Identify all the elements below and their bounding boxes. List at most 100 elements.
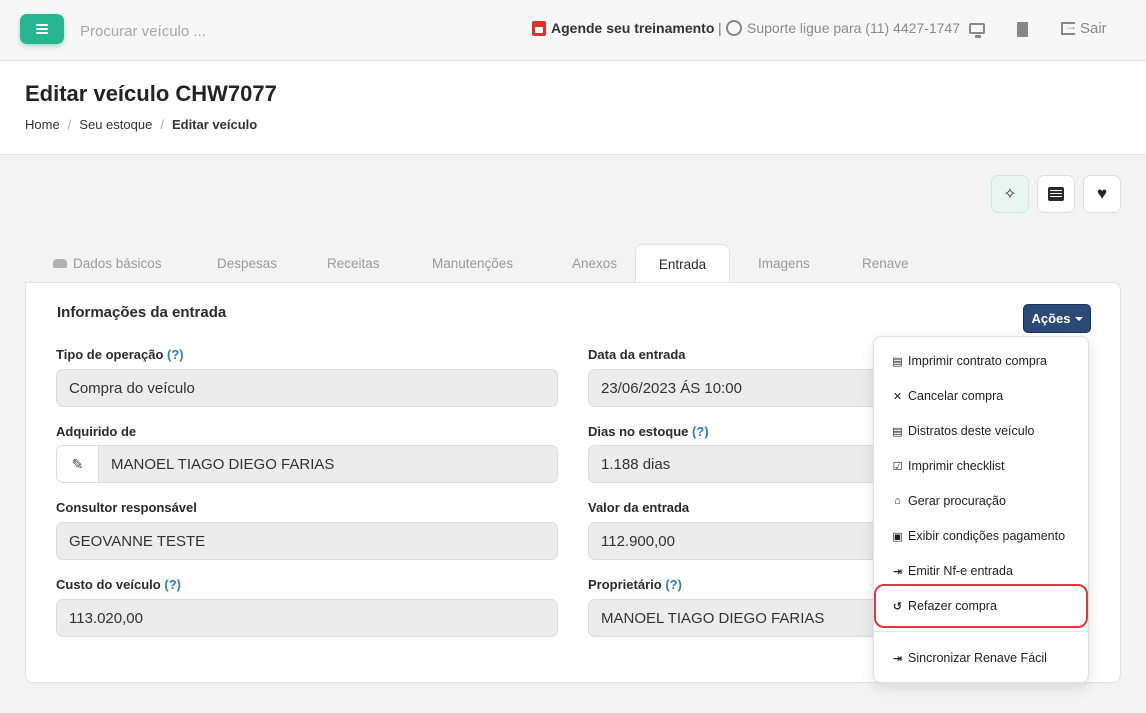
consultor-field[interactable]: GEOVANNE TESTE bbox=[56, 522, 558, 560]
tab-imagens[interactable]: Imagens bbox=[730, 244, 834, 283]
breadcrumb-separator: / bbox=[67, 117, 72, 132]
sign-in-icon: ⇥ bbox=[892, 565, 903, 578]
tab-entrada[interactable]: Entrada bbox=[635, 244, 730, 283]
page-title: Editar veículo CHW7077 bbox=[25, 81, 277, 106]
dias-estoque-field[interactable]: 1.188 dias bbox=[588, 445, 888, 483]
tab-despesas[interactable]: Despesas bbox=[192, 244, 302, 283]
label-text: Tipo de operação bbox=[56, 347, 164, 362]
tab-anexos[interactable]: Anexos bbox=[541, 244, 635, 283]
help-link[interactable]: (?) bbox=[167, 347, 184, 362]
tab-label: Dados básicos bbox=[73, 256, 162, 271]
breadcrumb-stock[interactable]: Seu estoque bbox=[79, 117, 152, 132]
support-info: Suporte ligue para (11) 4427-1747 bbox=[726, 20, 960, 36]
car-icon bbox=[53, 259, 67, 268]
menu-item-imprimir-checklist[interactable]: ☑ Imprimir checklist bbox=[892, 456, 1005, 476]
list-icon bbox=[1048, 187, 1064, 201]
refazer-compra-highlight bbox=[874, 584, 1088, 628]
caret-down-icon bbox=[1074, 316, 1083, 321]
tab-label: Anexos bbox=[572, 256, 618, 271]
tipo-operacao-label: Tipo de operação (?) bbox=[56, 347, 184, 362]
actions-dropdown-button[interactable]: Ações bbox=[1023, 304, 1091, 333]
times-icon: ✕ bbox=[892, 390, 903, 403]
menu-item-gerar-procuracao[interactable]: ⌂ Gerar procuração bbox=[892, 491, 1006, 511]
valor-entrada-label: Valor da entrada bbox=[588, 500, 690, 515]
tab-label: Manutenções bbox=[432, 256, 514, 271]
favorite-button[interactable]: ♥ bbox=[1083, 175, 1121, 213]
label-text: Dias no estoque bbox=[588, 424, 689, 439]
section-title: Informações da entrada bbox=[57, 304, 227, 321]
help-link[interactable]: (?) bbox=[692, 424, 709, 439]
money-icon: ▣ bbox=[892, 530, 903, 543]
adquirido-de-label: Adquirido de bbox=[56, 424, 137, 439]
schedule-training-label: Agende seu treinamento bbox=[551, 20, 715, 36]
actions-label: Ações bbox=[1031, 311, 1071, 326]
custo-field[interactable]: 113.020,00 bbox=[56, 599, 558, 637]
sparkle-icon: ✧ bbox=[1003, 186, 1017, 203]
menu-divider bbox=[874, 631, 1090, 632]
data-entrada-field[interactable]: 23/06/2023 ÁS 10:00 bbox=[588, 369, 888, 407]
breadcrumb-home[interactable]: Home bbox=[25, 117, 60, 132]
tab-label: Despesas bbox=[217, 256, 278, 271]
menu-item-label: Emitir Nf-e entrada bbox=[908, 564, 1013, 578]
menu-item-label: Distratos deste veículo bbox=[908, 424, 1035, 438]
consultor-label: Consultor responsável bbox=[56, 500, 197, 515]
menu-item-label: Sincronizar Renave Fácil bbox=[908, 651, 1047, 665]
help-link[interactable]: (?) bbox=[665, 577, 682, 592]
tab-manutencoes[interactable]: Manutenções bbox=[406, 244, 541, 283]
sign-in-icon: ⇥ bbox=[892, 652, 903, 665]
tipo-operacao-field[interactable]: Compra do veículo bbox=[56, 369, 558, 407]
label-text: Proprietário bbox=[588, 577, 662, 592]
menu-item-imprimir-contrato[interactable]: ▤ Imprimir contrato compra bbox=[892, 351, 1047, 371]
menu-item-label: Imprimir contrato compra bbox=[908, 354, 1047, 368]
menu-item-cancelar-compra[interactable]: ✕ Cancelar compra bbox=[892, 386, 1003, 406]
logout-button[interactable]: Sair bbox=[1061, 19, 1107, 37]
schedule-training-link[interactable]: Agende seu treinamento bbox=[532, 20, 714, 36]
topbar-separator: | bbox=[718, 20, 722, 36]
proprietario-field[interactable]: MANOEL TIAGO DIEGO FARIAS bbox=[588, 599, 888, 637]
headset-icon bbox=[726, 20, 742, 36]
tab-label: Imagens bbox=[758, 256, 810, 271]
custo-label: Custo do veículo (?) bbox=[56, 577, 181, 592]
actions-menu: ▤ Imprimir contrato compra ✕ Cancelar co… bbox=[873, 336, 1090, 683]
proprietario-label: Proprietário (?) bbox=[588, 577, 682, 592]
edit-seller-button[interactable]: ✎ bbox=[56, 445, 99, 483]
breadcrumb-current: Editar veículo bbox=[171, 117, 258, 132]
menu-item-distratos[interactable]: ▤ Distratos deste veículo bbox=[892, 421, 1034, 441]
adquirido-de-field[interactable]: MANOEL TIAGO DIEGO FARIAS bbox=[98, 445, 558, 483]
tab-label: Renave bbox=[862, 256, 909, 271]
heart-icon: ♥ bbox=[1096, 184, 1108, 203]
tab-renave[interactable]: Renave bbox=[834, 244, 924, 283]
ai-assistant-button[interactable]: ✧ bbox=[991, 175, 1029, 213]
vehicle-tabs: Dados básicos Despesas Receitas Manutenç… bbox=[26, 244, 924, 283]
tab-receitas[interactable]: Receitas bbox=[302, 244, 406, 283]
valor-entrada-field[interactable]: 112.900,00 bbox=[588, 522, 888, 560]
data-entrada-label: Data da entrada bbox=[588, 347, 686, 362]
menu-item-sincronizar-renave[interactable]: ⇥ Sincronizar Renave Fácil bbox=[892, 648, 1047, 668]
menu-item-emitir-nfe[interactable]: ⇥ Emitir Nf-e entrada bbox=[892, 561, 1013, 581]
help-link[interactable]: (?) bbox=[164, 577, 181, 592]
menu-item-label: Exibir condições pagamento bbox=[908, 529, 1066, 543]
list-view-button[interactable] bbox=[1037, 175, 1075, 213]
monitor-icon[interactable] bbox=[969, 23, 985, 38]
menu-button[interactable] bbox=[20, 14, 64, 44]
calendar-icon bbox=[532, 20, 546, 36]
label-text: Custo do veículo bbox=[56, 577, 161, 592]
sign-out-icon bbox=[1061, 19, 1077, 35]
menu-item-label: Cancelar compra bbox=[908, 389, 1004, 403]
breadcrumb: Home / Seu estoque / Editar veículo bbox=[25, 117, 257, 132]
tab-dados-basicos[interactable]: Dados básicos bbox=[26, 244, 192, 283]
check-square-icon: ☑ bbox=[892, 460, 903, 473]
breadcrumb-separator: / bbox=[160, 117, 164, 132]
hamburger-icon bbox=[36, 24, 48, 34]
file-icon[interactable] bbox=[1017, 22, 1028, 37]
vehicle-search-input[interactable] bbox=[80, 20, 380, 42]
top-bar: Agende seu treinamento | Suporte ligue p… bbox=[0, 0, 1146, 61]
tab-label: Entrada bbox=[658, 256, 707, 272]
menu-item-label: Gerar procuração bbox=[908, 494, 1006, 508]
menu-item-condicoes-pagamento[interactable]: ▣ Exibir condições pagamento bbox=[892, 526, 1065, 546]
dias-estoque-label: Dias no estoque (?) bbox=[588, 424, 709, 439]
tab-label: Receitas bbox=[327, 256, 380, 271]
file-icon: ▤ bbox=[892, 425, 903, 438]
pencil-icon: ✎ bbox=[71, 455, 84, 472]
page-header: Editar veículo CHW7077 Home / Seu estoqu… bbox=[0, 61, 1146, 155]
